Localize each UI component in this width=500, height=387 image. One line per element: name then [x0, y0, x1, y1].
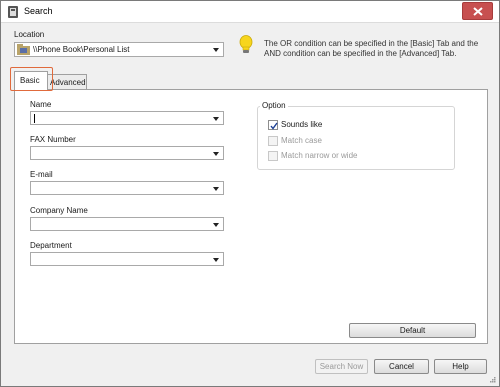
cancel-button[interactable]: Cancel: [374, 359, 429, 374]
fax-number-label: FAX Number: [30, 135, 76, 144]
tab-basic-highlight: [10, 67, 53, 91]
search-now-button[interactable]: Search Now: [315, 359, 368, 374]
chevron-down-icon[interactable]: [213, 187, 219, 191]
email-combo[interactable]: [30, 181, 224, 195]
chevron-down-icon[interactable]: [213, 48, 219, 52]
text-caret: [34, 114, 35, 123]
close-button[interactable]: [462, 2, 493, 20]
fax-number-combo[interactable]: [30, 146, 224, 160]
window-title: Search: [24, 6, 53, 16]
tab-advanced-label: Advanced: [50, 78, 86, 87]
title-bar: Search: [1, 1, 499, 23]
resize-grip-icon[interactable]: [488, 375, 496, 383]
phone-book-folder-icon: [17, 44, 30, 55]
match-case-label: Match case: [281, 136, 322, 145]
location-label: Location: [14, 30, 45, 39]
location-value: \\Phone Book\Personal List: [33, 45, 130, 54]
basic-tab-panel: Name FAX Number E-mail Company Name Depa…: [14, 89, 488, 344]
checkmark-icon: [270, 122, 278, 130]
close-icon: [473, 7, 483, 16]
chevron-down-icon[interactable]: [213, 117, 219, 121]
chevron-down-icon[interactable]: [213, 152, 219, 156]
company-name-label: Company Name: [30, 206, 88, 215]
match-narrow-wide-checkbox[interactable]: [268, 151, 278, 161]
name-combo[interactable]: [30, 111, 224, 125]
help-button[interactable]: Help: [434, 359, 487, 374]
chevron-down-icon[interactable]: [213, 258, 219, 262]
sounds-like-checkbox[interactable]: [268, 120, 278, 130]
option-group-title: Option: [260, 101, 288, 110]
chevron-down-icon[interactable]: [213, 223, 219, 227]
sounds-like-label: Sounds like: [281, 120, 323, 129]
match-case-checkbox[interactable]: [268, 136, 278, 146]
phone-book-app-icon: [8, 6, 18, 18]
name-label: Name: [30, 100, 52, 109]
company-name-combo[interactable]: [30, 217, 224, 231]
lightbulb-icon: [239, 35, 253, 53]
department-label: Department: [30, 241, 72, 250]
match-narrow-wide-label: Match narrow or wide: [281, 151, 358, 160]
info-text: The OR condition can be specified in the…: [264, 39, 479, 58]
default-button[interactable]: Default: [349, 323, 476, 338]
location-combo[interactable]: \\Phone Book\Personal List: [14, 42, 224, 57]
department-combo[interactable]: [30, 252, 224, 266]
email-label: E-mail: [30, 170, 53, 179]
search-dialog: Search Location \\Phone Book\Personal Li…: [0, 0, 500, 387]
